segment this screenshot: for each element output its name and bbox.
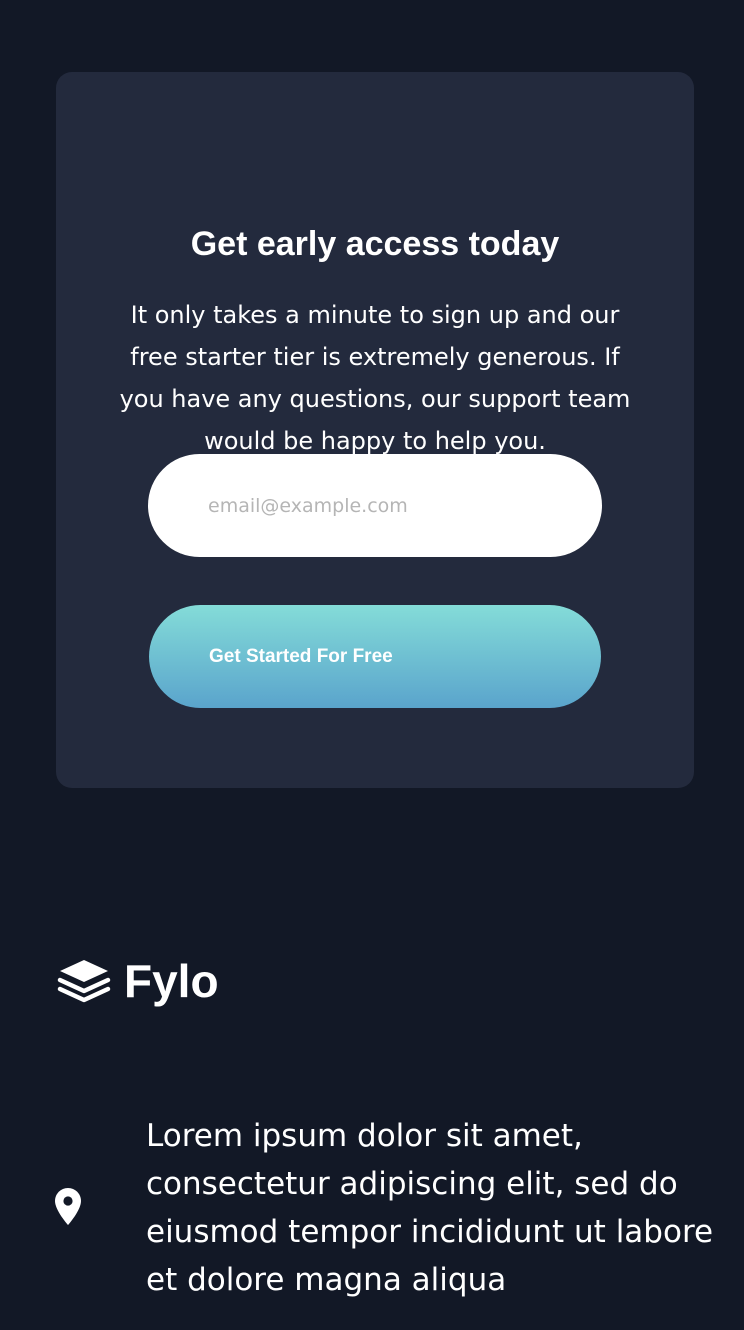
location-pin-icon — [55, 1188, 81, 1225]
stacked-layers-icon — [57, 960, 111, 1003]
get-started-button[interactable]: Get Started For Free — [149, 605, 601, 708]
email-field[interactable] — [148, 454, 602, 557]
logo-text: Fylo — [124, 955, 219, 1007]
early-access-description: It only takes a minute to sign up and ou… — [119, 301, 631, 455]
footer-address: Lorem ipsum dolor sit amet, consectetur … — [146, 1118, 714, 1298]
footer-logo[interactable]: Fylo — [56, 952, 219, 1010]
early-access-title: Get early access today — [190, 225, 560, 263]
